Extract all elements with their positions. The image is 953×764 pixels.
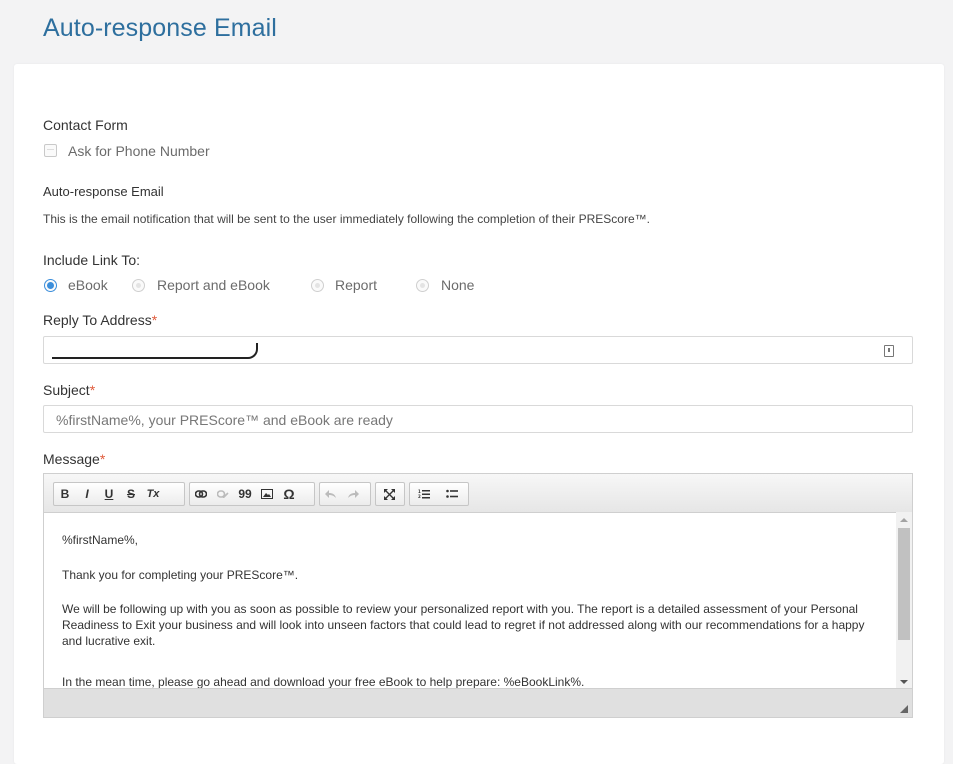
message-label-text: Message: [43, 451, 100, 467]
resize-handle-icon[interactable]: [900, 705, 908, 713]
settings-card: Contact Form Ask for Phone Number Auto-r…: [14, 64, 944, 764]
required-marker: *: [151, 312, 158, 328]
editor-toolbar: B I U S Tx 99 Ω 1 2: [44, 474, 912, 513]
radio-ebook[interactable]: [44, 279, 57, 292]
reply-to-input[interactable]: [43, 336, 913, 364]
bulleted-list-icon[interactable]: [438, 483, 466, 505]
link-icon[interactable]: [190, 483, 212, 505]
remove-format-button[interactable]: Tx: [142, 483, 164, 505]
subject-label: Subject*: [43, 382, 95, 398]
message-body[interactable]: %firstName%, Thank you for completing yo…: [44, 512, 896, 690]
radio-ebook-label[interactable]: eBook: [68, 277, 108, 293]
image-icon[interactable]: [256, 483, 278, 505]
italic-button[interactable]: I: [76, 483, 98, 505]
contact-card-icon[interactable]: [884, 345, 894, 357]
reply-to-label: Reply To Address*: [43, 312, 157, 328]
redo-icon[interactable]: [342, 483, 364, 505]
auto-response-description: This is the email notification that will…: [43, 212, 650, 226]
unlink-icon[interactable]: [212, 483, 234, 505]
svg-text:2: 2: [418, 494, 421, 499]
contact-form-label: Contact Form: [43, 117, 128, 133]
maximize-icon[interactable]: [376, 483, 402, 505]
radio-report-and-ebook-label[interactable]: Report and eBook: [157, 277, 270, 293]
underline-button[interactable]: U: [98, 483, 120, 505]
list-group: 12: [409, 482, 469, 506]
message-paragraph: Thank you for completing your PREScore™.: [62, 568, 299, 582]
editor-scrollbar[interactable]: [896, 512, 912, 690]
radio-report-and-ebook[interactable]: [132, 279, 145, 292]
required-marker: *: [89, 382, 96, 398]
blockquote-button[interactable]: 99: [234, 483, 256, 505]
message-editor: B I U S Tx 99 Ω 1 2 %firstName%, Thank y…: [43, 473, 913, 718]
maximize-group: [375, 482, 405, 506]
ask-phone-checkbox[interactable]: [44, 144, 57, 157]
bold-button[interactable]: B: [54, 483, 76, 505]
required-marker: *: [99, 451, 106, 467]
format-group: B I U S Tx: [53, 482, 185, 506]
message-greeting: %firstName%,: [62, 533, 139, 547]
message-label: Message*: [43, 451, 105, 467]
message-paragraph: We will be following up with you as soon…: [62, 602, 865, 648]
special-char-button[interactable]: Ω: [278, 483, 300, 505]
radio-none-label[interactable]: None: [441, 277, 474, 293]
page-title: Auto-response Email: [43, 14, 277, 42]
undo-icon[interactable]: [320, 483, 342, 505]
ask-phone-label[interactable]: Ask for Phone Number: [68, 143, 210, 159]
scroll-thumb[interactable]: [898, 528, 910, 640]
radio-report[interactable]: [311, 279, 324, 292]
subject-label-text: Subject: [43, 382, 90, 398]
insert-group: 99 Ω: [189, 482, 315, 506]
include-link-label: Include Link To:: [43, 252, 141, 268]
auto-response-label: Auto-response Email: [43, 184, 164, 199]
subject-input[interactable]: %firstName%, your PREScore™ and eBook ar…: [43, 405, 913, 433]
radio-report-label[interactable]: Report: [335, 277, 377, 293]
scroll-up-icon[interactable]: [900, 518, 908, 522]
scroll-down-icon[interactable]: [900, 680, 908, 684]
redacted-value: [52, 343, 258, 359]
reply-to-label-text: Reply To Address: [43, 312, 152, 328]
strikethrough-button[interactable]: S: [120, 483, 142, 505]
radio-none[interactable]: [416, 279, 429, 292]
editor-footer: [44, 688, 912, 717]
numbered-list-icon[interactable]: 12: [410, 483, 438, 505]
history-group: [319, 482, 371, 506]
